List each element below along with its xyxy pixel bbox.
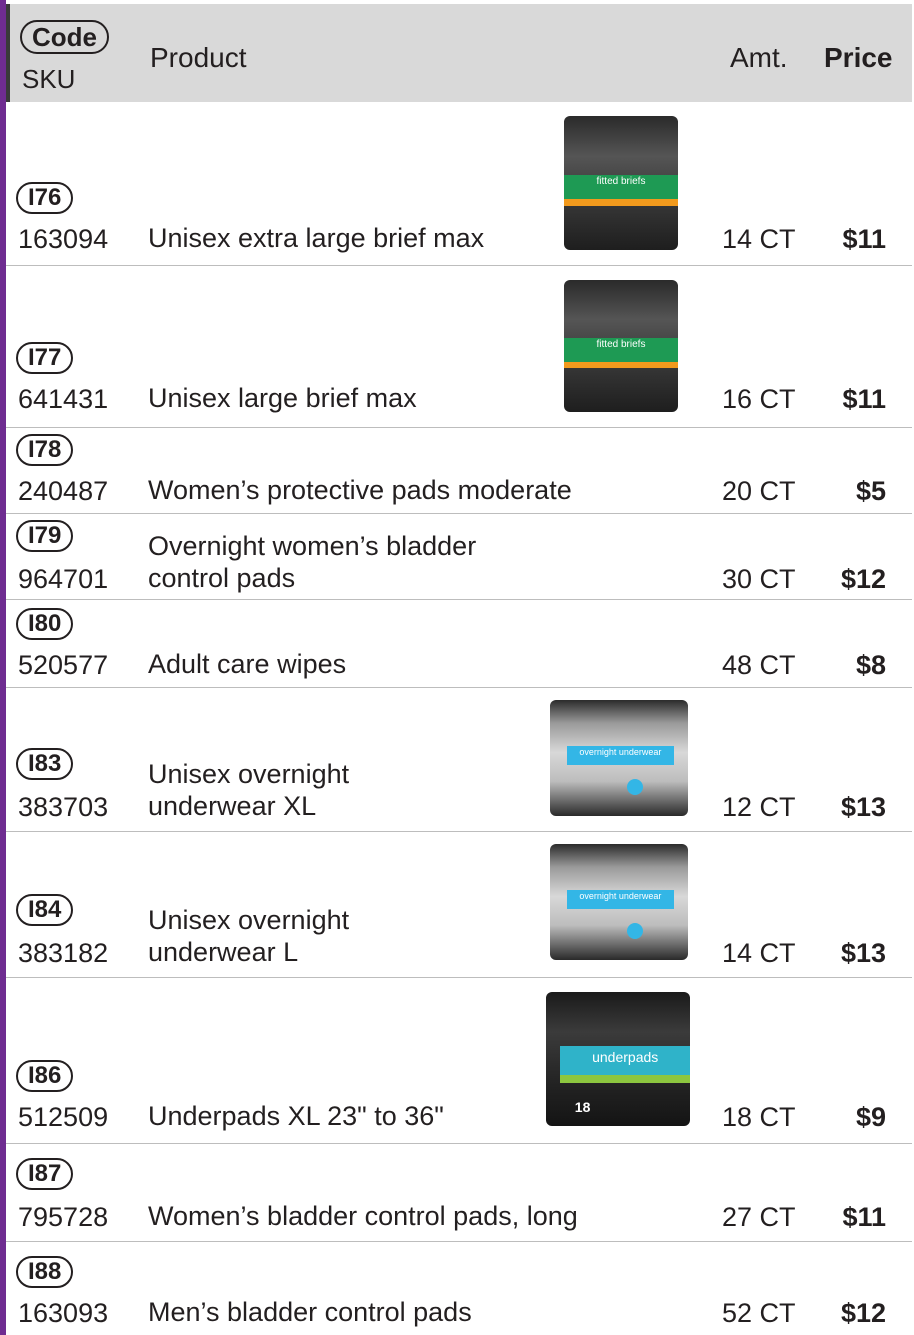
header-sku-label: SKU bbox=[22, 64, 76, 94]
product-code: I88 bbox=[16, 1256, 74, 1288]
product-code: I83 bbox=[16, 748, 74, 780]
product-name: Underpads XL 23" to 36" bbox=[148, 1101, 444, 1131]
header-price-label: Price bbox=[824, 42, 893, 73]
table-row: I79 964701 Overnight women’s bladder con… bbox=[6, 514, 912, 600]
product-code: I76 bbox=[16, 182, 74, 214]
product-amount: 30 CT bbox=[722, 564, 796, 594]
product-price: $12 bbox=[840, 564, 886, 594]
product-amount: 16 CT bbox=[722, 384, 796, 414]
product-sku: 163093 bbox=[18, 1298, 109, 1328]
product-name-line: underwear XL bbox=[148, 791, 317, 821]
product-price: $13 bbox=[840, 792, 886, 822]
product-amount: 12 CT bbox=[722, 792, 796, 822]
package-label: overnight underwear bbox=[566, 890, 675, 909]
product-sku: 641431 bbox=[18, 384, 109, 414]
product-name: Overnight women’s bladder control pads bbox=[148, 530, 476, 594]
product-name: Unisex large brief max bbox=[148, 383, 417, 413]
table-row: I88 163093 Men’s bladder control pads 52… bbox=[6, 1242, 912, 1335]
overnight-underwear-package-image: overnight underwear bbox=[550, 844, 688, 960]
product-amount: 14 CT bbox=[722, 938, 796, 968]
product-name: Unisex overnight underwear XL bbox=[148, 758, 349, 822]
table-row: I78 240487 Women’s protective pads moder… bbox=[6, 428, 912, 514]
table-row: I84 383182 Unisex overnight underwear L … bbox=[6, 832, 912, 978]
product-name: Men’s bladder control pads bbox=[148, 1297, 472, 1327]
product-amount: 18 CT bbox=[722, 1102, 796, 1132]
product-amount: 27 CT bbox=[722, 1202, 796, 1232]
product-name: Unisex extra large brief max bbox=[148, 223, 485, 253]
product-amount: 52 CT bbox=[722, 1298, 796, 1328]
product-sku: 512509 bbox=[18, 1102, 109, 1132]
product-code: I78 bbox=[16, 434, 74, 466]
product-sku: 520577 bbox=[18, 650, 109, 680]
product-code: I77 bbox=[16, 342, 74, 374]
product-code: I84 bbox=[16, 894, 74, 926]
product-code: I79 bbox=[16, 520, 74, 552]
product-code: I80 bbox=[16, 608, 74, 640]
product-price: $5 bbox=[855, 476, 886, 506]
header-product-label: Product bbox=[150, 42, 247, 73]
product-price: $9 bbox=[855, 1102, 886, 1132]
package-label: fitted briefs bbox=[564, 174, 678, 200]
package-label: overnight underwear bbox=[566, 746, 675, 765]
table-row: I83 383703 Unisex overnight underwear XL… bbox=[6, 688, 912, 832]
product-price: $13 bbox=[840, 938, 886, 968]
product-sku: 383703 bbox=[18, 792, 109, 822]
product-code: I87 bbox=[16, 1158, 74, 1190]
overnight-underwear-package-image: overnight underwear bbox=[550, 700, 688, 816]
product-name: Unisex overnight underwear L bbox=[148, 904, 349, 968]
fitted-briefs-package-image: fitted briefs bbox=[564, 116, 678, 250]
table-row: I86 512509 Underpads XL 23" to 36" under… bbox=[6, 978, 912, 1144]
product-amount: 14 CT bbox=[722, 224, 796, 254]
product-name-line: Unisex overnight bbox=[148, 759, 350, 789]
product-sku: 163094 bbox=[18, 224, 109, 254]
table-header: Code SKU Product Amt. Price bbox=[6, 4, 912, 102]
table-row: I76 163094 Unisex extra large brief max … bbox=[6, 102, 912, 266]
header-code-label: Code bbox=[20, 20, 109, 54]
product-amount: 48 CT bbox=[722, 650, 796, 680]
package-label: underpads bbox=[560, 1045, 690, 1076]
product-sku: 795728 bbox=[18, 1202, 109, 1232]
product-name-line: Unisex overnight bbox=[148, 905, 350, 935]
table-row: I80 520577 Adult care wipes 48 CT $8 bbox=[6, 600, 912, 688]
product-name-line: control pads bbox=[148, 563, 296, 593]
product-price: $11 bbox=[842, 384, 886, 414]
product-name: Adult care wipes bbox=[148, 649, 347, 679]
product-sku: 964701 bbox=[18, 564, 109, 594]
table-row: I77 641431 Unisex large brief max fitted… bbox=[6, 266, 912, 428]
package-count: 18 bbox=[574, 1099, 591, 1116]
package-label: fitted briefs bbox=[564, 338, 678, 362]
product-price: $11 bbox=[842, 224, 886, 254]
product-price: $12 bbox=[840, 1298, 886, 1328]
underpads-package-image: underpads 18 bbox=[546, 992, 690, 1126]
product-price: $11 bbox=[842, 1202, 886, 1232]
product-price: $8 bbox=[855, 650, 886, 680]
product-amount: 20 CT bbox=[722, 476, 796, 506]
product-sku: 240487 bbox=[18, 476, 109, 506]
product-sku: 383182 bbox=[18, 938, 109, 968]
product-list-page: Code SKU Product Amt. Price I76 163094 U… bbox=[0, 0, 914, 1335]
product-name: Women’s bladder control pads, long bbox=[148, 1201, 578, 1231]
product-name: Women’s protective pads moderate bbox=[148, 475, 572, 505]
product-code: I86 bbox=[16, 1060, 74, 1092]
header-amt-label: Amt. bbox=[730, 42, 788, 73]
table-row: I87 795728 Women’s bladder control pads,… bbox=[6, 1144, 912, 1242]
product-name-line: Overnight women’s bladder bbox=[148, 531, 477, 561]
fitted-briefs-package-image: fitted briefs bbox=[564, 280, 678, 412]
product-name-line: underwear L bbox=[148, 937, 299, 967]
